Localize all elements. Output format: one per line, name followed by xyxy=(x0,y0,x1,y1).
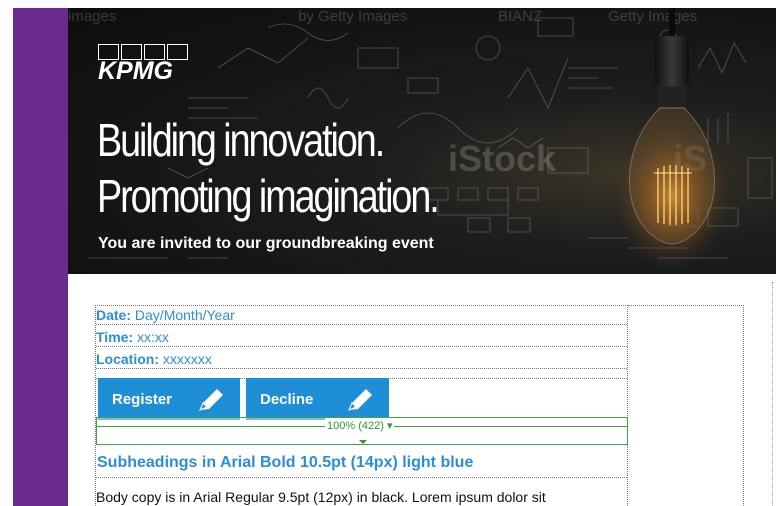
headline-line-2: Promoting imagination. xyxy=(97,170,440,222)
kpmg-logo: KPMG xyxy=(98,44,188,84)
left-purple-bar xyxy=(13,8,68,506)
zoom-indicator[interactable]: 100% (422) ▾ xyxy=(96,417,628,445)
location-row[interactable]: Location: xxxxxxx xyxy=(96,351,627,369)
register-button[interactable]: Register xyxy=(98,378,240,420)
chevron-down-icon: ▾ xyxy=(386,420,393,432)
pencil-icon xyxy=(199,389,223,411)
date-value[interactable]: Day/Month/Year xyxy=(135,307,235,323)
zoom-level-text: 100% (422) xyxy=(327,420,384,432)
time-row[interactable]: Time: xx:xx xyxy=(96,329,627,347)
watermark-text: iStock xyxy=(448,138,557,179)
headline-line-1: Building innovation. xyxy=(97,114,385,166)
subheading[interactable]: Subheadings in Arial Bold 10.5pt (14px) … xyxy=(97,454,473,472)
time-value[interactable]: xx:xx xyxy=(137,329,169,345)
date-row[interactable]: Date: Day/Month/Year xyxy=(96,307,627,325)
watermark-text: BIANZ xyxy=(498,8,543,25)
lightbulb-icon xyxy=(610,8,734,268)
headline: Building innovation. Promoting imaginati… xyxy=(97,112,440,224)
logo-text: KPMG xyxy=(98,57,173,85)
body-copy[interactable]: Body copy is in Arial Regular 9.5pt (12p… xyxy=(96,489,546,505)
time-label: Time: xyxy=(96,329,134,345)
invitation-text: You are invited to our groundbreaking ev… xyxy=(98,235,434,252)
right-edge-guide xyxy=(772,282,774,506)
subheading-divider xyxy=(96,477,627,478)
decline-label: Decline xyxy=(260,391,314,408)
watermark-text: images xyxy=(68,8,117,25)
date-label: Date: xyxy=(96,307,132,323)
outer-layout-frame xyxy=(628,305,744,506)
zoom-level-label[interactable]: 100% (422) ▾ xyxy=(325,418,395,434)
hero-banner: images by Getty Images BIANZ Getty Image… xyxy=(68,8,776,274)
location-value[interactable]: xxxxxxx xyxy=(163,351,212,367)
pencil-icon xyxy=(348,389,372,411)
decline-button[interactable]: Decline xyxy=(246,378,389,420)
watermark-text: by Getty Images xyxy=(298,8,408,25)
location-label: Location: xyxy=(96,351,159,367)
register-label: Register xyxy=(112,391,173,408)
caret-down-icon xyxy=(359,440,367,444)
